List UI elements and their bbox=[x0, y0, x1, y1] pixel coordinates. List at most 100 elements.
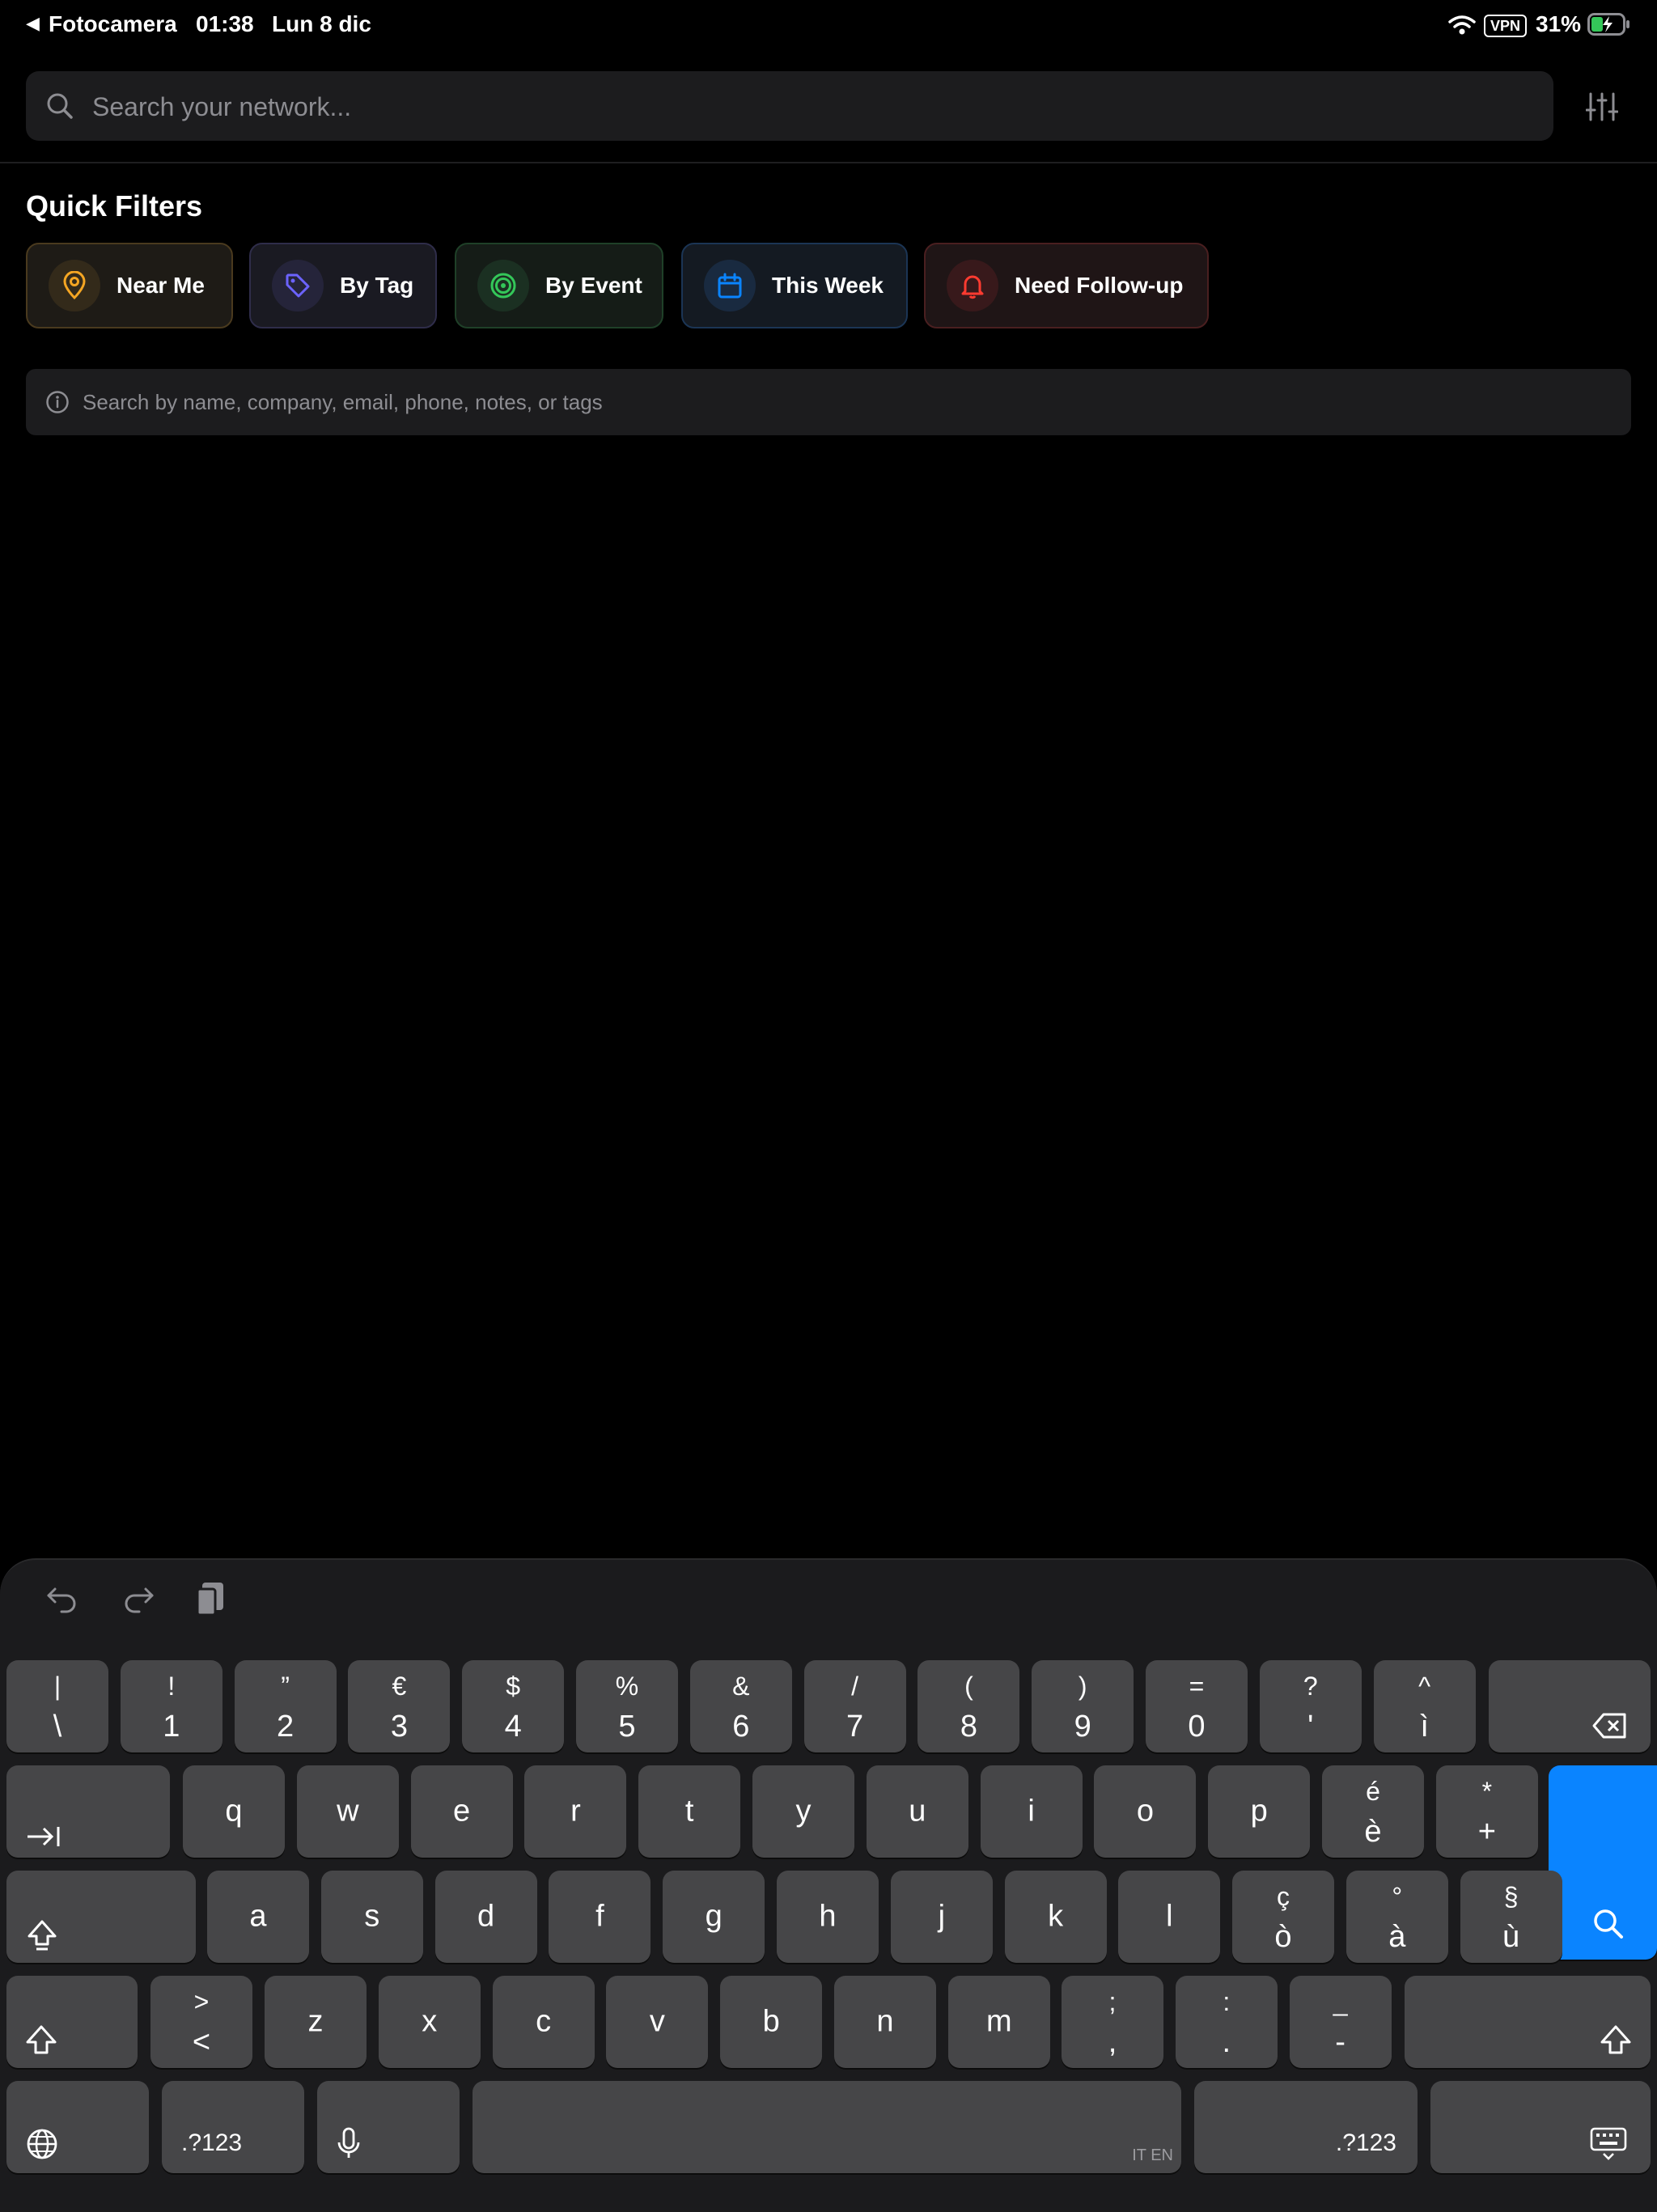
globe-key[interactable] bbox=[6, 2081, 149, 2173]
key-letter[interactable]: l bbox=[1118, 1871, 1221, 1963]
key-letter[interactable]: x bbox=[378, 1976, 481, 2068]
redo-icon[interactable] bbox=[121, 1583, 155, 1615]
key-symbol[interactable]: ° à bbox=[1346, 1871, 1448, 1963]
key-letter[interactable]: d bbox=[434, 1871, 537, 1963]
key-number[interactable]: = 0 bbox=[1146, 1660, 1248, 1752]
key-letter[interactable]: q bbox=[183, 1765, 285, 1858]
key-letter[interactable]: i bbox=[980, 1765, 1083, 1858]
key-char: m bbox=[985, 2004, 1012, 2039]
key-letter[interactable]: j bbox=[890, 1871, 993, 1963]
dictation-key[interactable] bbox=[317, 2081, 460, 2173]
info-icon bbox=[46, 391, 69, 413]
back-app-label[interactable]: Fotocamera bbox=[49, 11, 177, 37]
key-char: j bbox=[938, 1899, 946, 1934]
key-letter[interactable]: u bbox=[866, 1765, 968, 1858]
key-number[interactable]: $4 bbox=[462, 1660, 565, 1752]
keyboard: | \! 1” 2 €3 $4% 5 & 6/7(8) 9 = 0? ' ^ ì q w e r t y u i o p é è * +… bbox=[0, 1558, 1657, 2212]
key-top-char: € bbox=[392, 1672, 407, 1701]
key-symbol[interactable]: > < bbox=[150, 1976, 252, 2068]
search-return-key[interactable] bbox=[1549, 1765, 1657, 1960]
key-top-char: ° bbox=[1392, 1882, 1403, 1911]
hide-keyboard-key[interactable] bbox=[1430, 2081, 1651, 2173]
key-number[interactable]: (8 bbox=[917, 1660, 1020, 1752]
numbers-key-right[interactable]: .?123 bbox=[1194, 2081, 1418, 2173]
key-letter[interactable]: n bbox=[834, 1976, 936, 2068]
search-hint-text: Search by name, company, email, phone, n… bbox=[83, 389, 603, 414]
header-divider bbox=[0, 162, 1657, 163]
key-letter[interactable]: f bbox=[549, 1871, 651, 1963]
key-letter[interactable]: t bbox=[638, 1765, 741, 1858]
chip-by-event[interactable]: By Event bbox=[455, 243, 663, 328]
key-number[interactable]: ) 9 bbox=[1032, 1660, 1134, 1752]
key-char: e bbox=[453, 1794, 471, 1829]
key-letter[interactable]: z bbox=[265, 1976, 367, 2068]
back-arrow-icon[interactable]: ◀ bbox=[26, 13, 40, 34]
key-top-char: ç bbox=[1277, 1882, 1290, 1911]
key-letter[interactable]: w bbox=[296, 1765, 399, 1858]
key-symbol[interactable]: :. bbox=[1175, 1976, 1278, 2068]
key-symbol[interactable]: çò bbox=[1232, 1871, 1334, 1963]
key-letter[interactable]: g bbox=[663, 1871, 765, 1963]
chip-by-tag[interactable]: By Tag bbox=[249, 243, 437, 328]
numbers-key-left[interactable]: .?123 bbox=[162, 2081, 304, 2173]
key-number[interactable]: & 6 bbox=[689, 1660, 792, 1752]
key-letter[interactable]: m bbox=[947, 1976, 1050, 2068]
status-time: 01:38 bbox=[196, 11, 254, 36]
key-letter[interactable]: v bbox=[606, 1976, 709, 2068]
key-number[interactable]: ? ' bbox=[1259, 1660, 1362, 1752]
chip-label: By Event bbox=[545, 273, 642, 298]
paste-icon[interactable] bbox=[194, 1579, 228, 1618]
key-letter[interactable]: k bbox=[1004, 1871, 1107, 1963]
shift-right-key[interactable] bbox=[1405, 1976, 1651, 2068]
chip-near-me[interactable]: Near Me bbox=[26, 243, 233, 328]
search-bar[interactable] bbox=[26, 71, 1553, 142]
key-bottom-char: à bbox=[1388, 1920, 1406, 1954]
key-char: h bbox=[819, 1899, 837, 1934]
key-char: i bbox=[1028, 1794, 1035, 1829]
key-char: o bbox=[1136, 1794, 1154, 1829]
key-number[interactable]: ^ ì bbox=[1373, 1660, 1476, 1752]
key-number[interactable]: % 5 bbox=[576, 1660, 678, 1752]
key-letter[interactable]: h bbox=[777, 1871, 879, 1963]
key-number[interactable]: /7 bbox=[803, 1660, 906, 1752]
key-letter[interactable]: b bbox=[720, 1976, 823, 2068]
key-symbol[interactable]: ;, bbox=[1062, 1976, 1163, 2068]
shift-icon bbox=[24, 2024, 58, 2063]
key-char: b bbox=[762, 2004, 780, 2039]
key-letter[interactable]: a bbox=[207, 1871, 309, 1963]
key-char: f bbox=[595, 1899, 604, 1934]
key-bottom-char: 6 bbox=[732, 1710, 750, 1744]
key-letter[interactable]: r bbox=[524, 1765, 627, 1858]
tab-icon bbox=[26, 1822, 61, 1857]
key-letter[interactable]: p bbox=[1208, 1765, 1311, 1858]
key-letter[interactable]: s bbox=[320, 1871, 423, 1963]
key-bottom-char: ì bbox=[1420, 1710, 1429, 1744]
key-number[interactable]: ! 1 bbox=[120, 1660, 222, 1752]
key-symbol[interactable]: éè bbox=[1322, 1765, 1424, 1858]
key-number[interactable]: €3 bbox=[348, 1660, 451, 1752]
search-input[interactable] bbox=[91, 71, 1534, 142]
key-letter[interactable]: y bbox=[752, 1765, 854, 1858]
key-char: q bbox=[225, 1794, 243, 1829]
key-letter[interactable]: o bbox=[1094, 1765, 1197, 1858]
tab-key[interactable] bbox=[6, 1765, 170, 1858]
key-symbol[interactable]: * + bbox=[1435, 1765, 1538, 1858]
shift-left-key[interactable] bbox=[6, 1976, 138, 2068]
key-char: u bbox=[909, 1794, 926, 1829]
delete-key[interactable] bbox=[1489, 1660, 1651, 1752]
space-bar[interactable]: IT EN bbox=[473, 2081, 1181, 2173]
shift-icon bbox=[1599, 2024, 1633, 2063]
key-bottom-char: ù bbox=[1502, 1920, 1520, 1954]
caps-lock-key[interactable] bbox=[6, 1871, 196, 1963]
key-letter[interactable]: e bbox=[410, 1765, 513, 1858]
key-number[interactable]: ” 2 bbox=[234, 1660, 337, 1752]
key-symbol[interactable]: _ - bbox=[1289, 1976, 1392, 2068]
key-number[interactable]: | \ bbox=[6, 1660, 108, 1752]
key-letter[interactable]: c bbox=[492, 1976, 595, 2068]
search-icon bbox=[47, 93, 73, 119]
chip-this-week[interactable]: This Week bbox=[681, 243, 908, 328]
key-symbol[interactable]: § ù bbox=[1460, 1871, 1562, 1963]
undo-icon[interactable] bbox=[45, 1583, 79, 1615]
filter-sliders-icon[interactable] bbox=[1586, 91, 1618, 123]
chip-need-follow-up[interactable]: Need Follow-up bbox=[924, 243, 1209, 328]
